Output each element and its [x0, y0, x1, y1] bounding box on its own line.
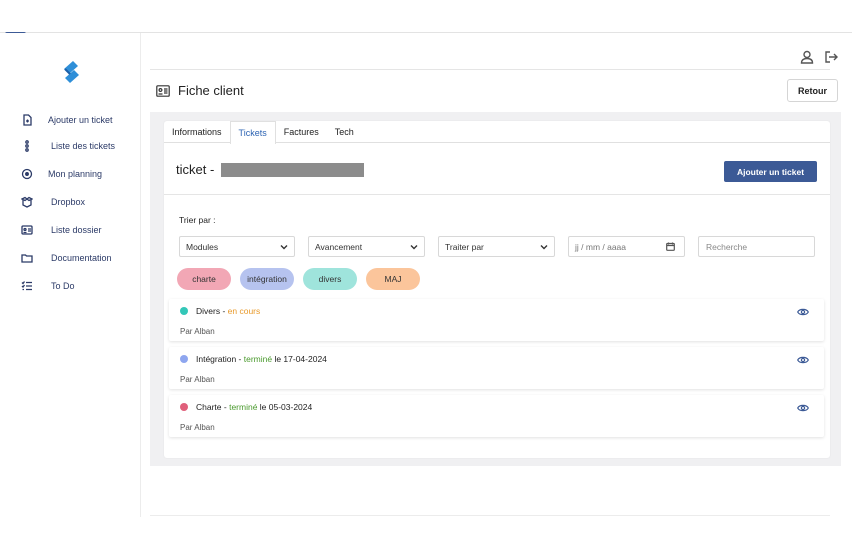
redacted-client-name [221, 162, 365, 177]
sidebar: Ajouter un ticket Liste des tickets Mon … [0, 33, 141, 517]
sidebar-item-documentation[interactable]: Documentation [20, 250, 112, 266]
sidebar-item-liste-tickets[interactable]: Liste des tickets [20, 138, 115, 154]
ticket-author: Par Alban [180, 423, 215, 432]
client-tabs: Informations Tickets Factures Tech [164, 121, 830, 144]
logout-icon[interactable] [824, 50, 838, 64]
eye-icon[interactable] [797, 403, 809, 413]
ticket-item[interactable]: Charte - terminé le 05-03-2024 Par Alban [169, 395, 824, 437]
ticket-section-title: ticket - [176, 162, 365, 177]
page-title: Fiche client [156, 83, 244, 98]
ticket-status: terminé [229, 402, 258, 412]
status-dot [180, 307, 188, 315]
user-icon[interactable] [800, 50, 814, 64]
ticket-item[interactable]: Intégration - terminé le 17-04-2024 Par … [169, 347, 824, 389]
eye-icon[interactable] [797, 355, 809, 365]
sidebar-item-label: To Do [51, 281, 75, 291]
chip-maj[interactable]: MAJ [366, 268, 420, 290]
footer-divider [150, 515, 830, 516]
app-logo [56, 57, 86, 87]
status-dot [180, 403, 188, 411]
sidebar-item-todo[interactable]: To Do [20, 278, 75, 294]
chip-charte[interactable]: charte [177, 268, 231, 290]
sidebar-item-label: Mon planning [48, 169, 103, 179]
chevron-down-icon [280, 243, 288, 251]
id-card-icon [20, 223, 34, 237]
folder-icon [20, 251, 34, 265]
user-actions [800, 50, 838, 64]
ticket-date: le 17-04-2024 [272, 354, 327, 364]
tab-factures[interactable]: Factures [276, 121, 327, 143]
ticket-author: Par Alban [180, 375, 215, 384]
date-input[interactable]: jj / mm / aaaa [568, 236, 685, 257]
chip-integration[interactable]: intégration [240, 268, 294, 290]
sidebar-item-label: Ajouter un ticket [48, 115, 113, 125]
sidebar-item-label: Liste dossier [51, 225, 102, 235]
target-icon [20, 167, 34, 181]
avancement-select[interactable]: Avancement [308, 236, 425, 257]
list-dots-icon [20, 139, 34, 153]
checklist-icon [20, 279, 34, 293]
ticket-status: terminé [243, 354, 273, 364]
back-button[interactable]: Retour [787, 79, 838, 102]
ticket-date: le 05-03-2024 [257, 402, 313, 412]
add-ticket-button[interactable]: Ajouter un ticket [724, 161, 817, 182]
sort-label: Trier par : [179, 215, 216, 225]
header-divider [150, 69, 830, 70]
ticket-status: en cours [227, 306, 261, 316]
chevron-down-icon [410, 243, 418, 251]
eye-icon[interactable] [797, 307, 809, 317]
sidebar-item-label: Documentation [51, 253, 112, 263]
sidebar-item-ajouter-ticket[interactable]: Ajouter un ticket [20, 112, 113, 128]
search-input[interactable] [698, 236, 815, 257]
sidebar-item-dropbox[interactable]: Dropbox [20, 194, 85, 210]
status-dot [180, 355, 188, 363]
sidebar-item-label: Liste des tickets [51, 141, 116, 151]
modules-select[interactable]: Modules [179, 236, 295, 257]
chevron-down-icon [540, 243, 548, 251]
sidebar-item-label: Dropbox [51, 197, 86, 207]
tab-tech[interactable]: Tech [327, 121, 362, 143]
sidebar-item-mon-planning[interactable]: Mon planning [20, 166, 102, 182]
calendar-icon[interactable] [666, 242, 675, 251]
traiter-par-select[interactable]: Traiter par [438, 236, 555, 257]
file-plus-icon [20, 113, 34, 127]
tab-informations[interactable]: Informations [164, 121, 230, 143]
tab-tickets[interactable]: Tickets [229, 121, 276, 144]
sidebar-item-liste-dossier[interactable]: Liste dossier [20, 222, 102, 238]
chip-divers[interactable]: divers [303, 268, 357, 290]
ticket-author: Par Alban [180, 327, 215, 336]
id-card-icon [156, 84, 170, 97]
ticket-item[interactable]: Divers - en cours Par Alban [169, 299, 824, 341]
section-divider [164, 194, 830, 195]
dropbox-icon [20, 195, 34, 209]
